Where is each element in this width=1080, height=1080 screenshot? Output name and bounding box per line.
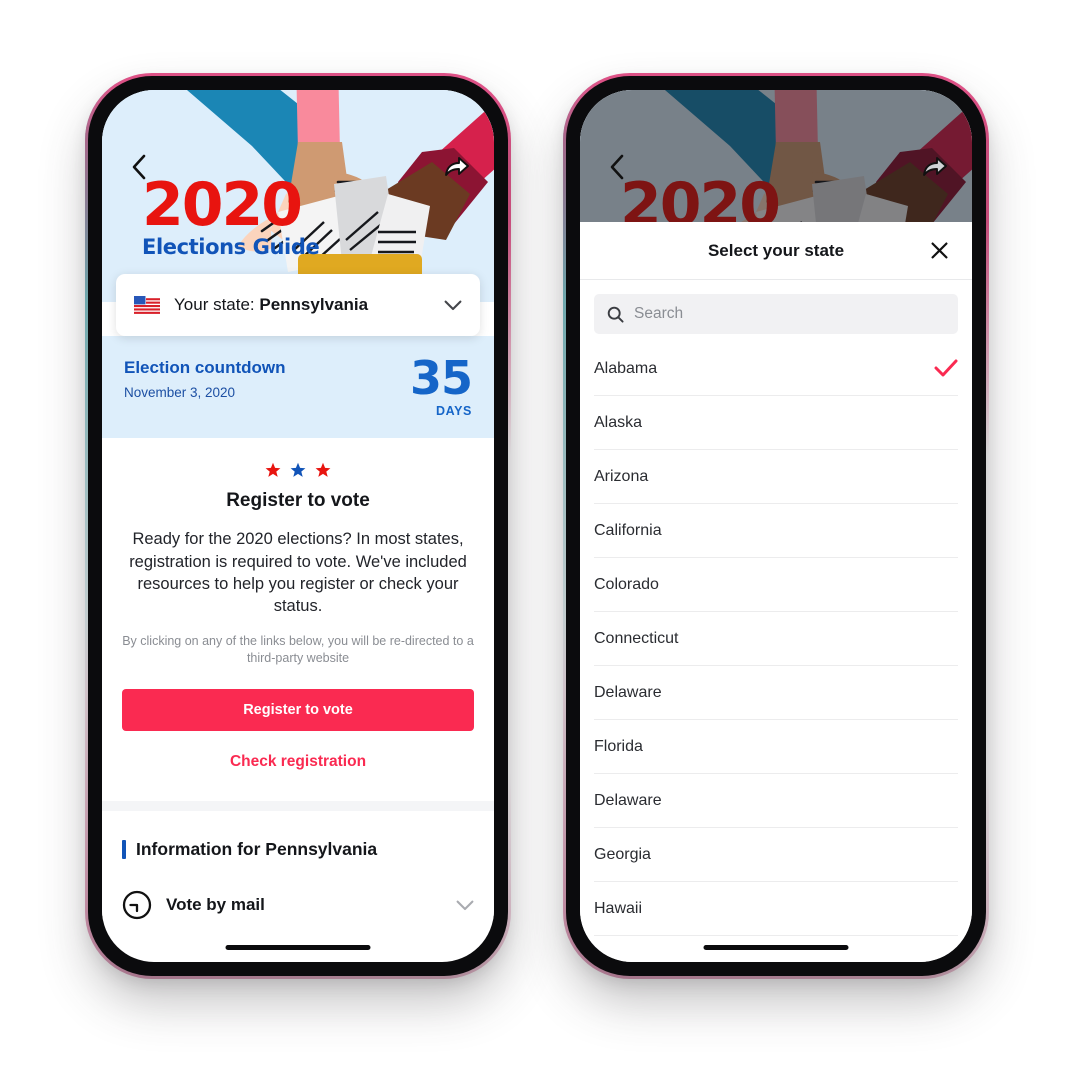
state-item-label: Arizona bbox=[594, 467, 649, 485]
state-label-prefix: Your state: bbox=[174, 295, 260, 314]
state-picker-modal: Select your state Search Alabama Alaska … bbox=[580, 222, 972, 962]
share-button[interactable] bbox=[920, 152, 950, 182]
close-x-icon bbox=[931, 242, 947, 259]
state-info-header: Information for Pennsylvania bbox=[122, 839, 474, 860]
star-blue-center bbox=[290, 463, 306, 478]
election-countdown: Election countdown November 3, 2020 35 D… bbox=[102, 336, 494, 439]
accent-bar bbox=[122, 840, 126, 860]
home-indicator bbox=[225, 945, 371, 950]
countdown-number: 35 bbox=[409, 351, 473, 405]
countdown-title: Election countdown bbox=[124, 358, 286, 377]
list-item[interactable]: Alaska bbox=[594, 396, 958, 450]
state-item-label: Delaware bbox=[594, 683, 662, 701]
search-box[interactable] bbox=[594, 294, 958, 334]
modal-header: Select your state bbox=[580, 222, 972, 280]
hero-wordmark: 2020 Elections Guide bbox=[142, 170, 320, 260]
list-item[interactable]: Arizona bbox=[594, 450, 958, 504]
list-item[interactable]: Connecticut bbox=[594, 612, 958, 666]
register-body: Ready for the 2020 elections? In most st… bbox=[129, 530, 467, 615]
back-button[interactable] bbox=[602, 152, 632, 182]
list-item[interactable]: Delaware bbox=[594, 774, 958, 828]
star-red-left bbox=[265, 463, 281, 478]
check-registration-link[interactable]: Check registration bbox=[122, 753, 474, 771]
state-label-value: Pennsylvania bbox=[259, 295, 369, 314]
screen-right: 2020 Elections Guide bbox=[580, 90, 972, 962]
state-item-label: Alabama bbox=[594, 359, 658, 377]
clock-icon bbox=[122, 891, 152, 920]
info-row-vote-by-mail[interactable]: Vote by mail bbox=[122, 890, 474, 920]
screen-left: 2020 Elections Guide Your state: Pennsyl… bbox=[102, 90, 494, 962]
checkmark-icon bbox=[934, 359, 958, 377]
list-item[interactable]: Hawaii bbox=[594, 882, 958, 936]
search-icon bbox=[607, 306, 624, 323]
countdown-unit: DAYS bbox=[436, 404, 472, 419]
list-item[interactable]: Delaware bbox=[594, 666, 958, 720]
back-button[interactable] bbox=[124, 152, 154, 182]
state-item-label: California bbox=[594, 521, 662, 539]
list-item[interactable]: California bbox=[594, 504, 958, 558]
search-input[interactable] bbox=[634, 305, 945, 323]
register-heading: Register to vote bbox=[226, 490, 370, 512]
phone-left: 2020 Elections Guide Your state: Pennsyl… bbox=[85, 73, 511, 979]
state-item-label: Colorado bbox=[594, 575, 659, 593]
chevron-left-icon bbox=[132, 154, 146, 180]
state-item-label: Hawaii bbox=[594, 899, 643, 917]
share-arrow-icon bbox=[445, 157, 469, 176]
state-item-label: Connecticut bbox=[594, 629, 679, 647]
modal-title: Select your state bbox=[707, 240, 845, 260]
countdown-number-block: 35 DAYS bbox=[409, 351, 473, 419]
us-flag-icon bbox=[134, 296, 160, 314]
chevron-down-icon bbox=[444, 300, 462, 310]
list-item[interactable]: Georgia bbox=[594, 828, 958, 882]
register-disclaimer: By clicking on any of the links below, y… bbox=[122, 633, 474, 666]
screenshot-stage: 2020 Elections Guide Your state: Pennsyl… bbox=[0, 0, 1080, 1080]
state-selector-label: Your state: Pennsylvania bbox=[174, 295, 430, 315]
state-selector[interactable]: Your state: Pennsylvania bbox=[116, 274, 480, 336]
state-list[interactable]: Alabama Alaska Arizona California Colora… bbox=[580, 342, 972, 962]
hero-year: 2020 bbox=[142, 170, 303, 240]
home-indicator bbox=[703, 945, 849, 950]
chevron-down-icon bbox=[456, 900, 474, 910]
state-item-label: Florida bbox=[594, 737, 643, 755]
state-item-label: Georgia bbox=[594, 845, 651, 863]
info-row-label: Vote by mail bbox=[166, 895, 265, 915]
state-item-label: Delaware bbox=[594, 791, 662, 809]
hero-subtitle: Elections Guide bbox=[142, 235, 320, 260]
state-info-section: Information for Pennsylvania Vote by mai… bbox=[102, 811, 494, 921]
hero-banner: 2020 Elections Guide bbox=[102, 90, 494, 302]
share-button[interactable] bbox=[442, 152, 472, 182]
list-item[interactable]: Colorado bbox=[594, 558, 958, 612]
countdown-date: November 3, 2020 bbox=[124, 385, 236, 400]
star-red-right bbox=[315, 463, 331, 478]
list-item[interactable]: Florida bbox=[594, 720, 958, 774]
list-item[interactable]: Alabama bbox=[594, 342, 958, 396]
phone-right: 2020 Elections Guide bbox=[563, 73, 989, 979]
state-info-title: Information for Pennsylvania bbox=[136, 839, 378, 860]
countdown-text: Election countdown November 3, 2020 bbox=[124, 358, 286, 400]
state-item-label: Alaska bbox=[594, 413, 643, 431]
share-arrow-icon bbox=[923, 157, 947, 176]
search-container bbox=[580, 280, 972, 342]
section-divider bbox=[102, 801, 494, 812]
chevron-left-icon bbox=[610, 154, 624, 180]
register-to-vote-button[interactable]: Register to vote bbox=[122, 689, 474, 732]
close-button[interactable] bbox=[926, 238, 952, 264]
register-section: Register to vote Ready for the 2020 elec… bbox=[102, 438, 494, 802]
three-stars-icon bbox=[122, 462, 474, 478]
